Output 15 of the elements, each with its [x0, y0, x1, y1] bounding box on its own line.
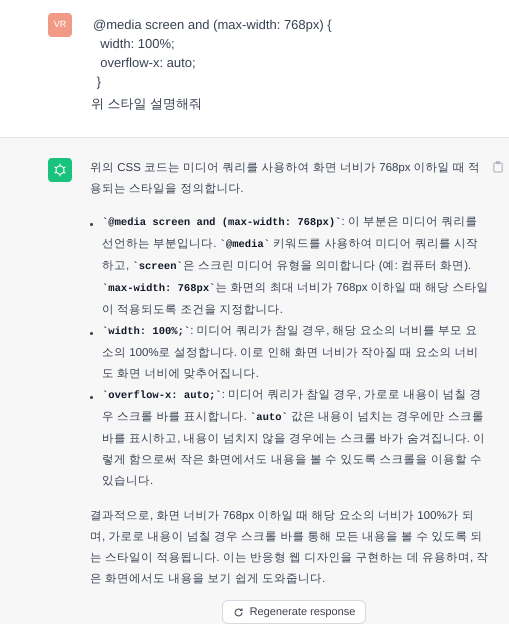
answer-conclusion-text: 결과적으로, 화면 너비가 768px 이하일 때 해당 요소의 너비가 100%가 되며, 가로로 내용이 넘칠 경우 스크롤 바를 통해 모든 내용을 볼 수 있도록 되는 스타일이 적용됩니다. 이는 반응형 웹 디자인을 구현하는 데 유용하며, 작은 화면에서도 내용을 보기 쉽게 도와줍니다. [90, 509, 489, 587]
answer-intro-text: 위의 CSS 코드는 미디어 쿼리를 사용하여 화면 너비가 768px 이하일 때 적용되는 스타일을 정의합니다. [90, 161, 482, 197]
user-code-text: @media screen and (max-width: 768px) { width: 100%; overflow-x: auto; } [92, 16, 332, 91]
copy-icon[interactable] [493, 161, 503, 173]
assistant-logo-icon [48, 158, 72, 182]
bullet-icon [90, 332, 93, 335]
regenerate-response-button[interactable]: Regenerate response [222, 600, 366, 624]
refresh-icon [232, 606, 244, 618]
bullet-text: `overflow-x: auto;`: 미디어 쿼리가 참일 경우, 가로로 내용이 넘칠 경우 스크롤 바를 표시합니다. `auto` 값은 내용이 넘치는 경우에만 스크롤 바를 표시하고, 내용이 넘치지 않을 경우에는 스크롤 바가 숨겨집니다. 이렇게 함으로써 작은 화면에서도 내용을 볼 수 있도록 스크롤을 이용할 수 있습니다. [102, 388, 486, 489]
bullet-icon [90, 223, 93, 226]
user-avatar: VR [48, 13, 72, 37]
bullet-text: `width: 100%;`: 미디어 쿼리가 참일 경우, 해당 요소의 너비를 부모 요소의 100%로 설정합니다. 이로 인해 화면 너비가 작아질 때 요소의 너비도 화면 너비에 맞추어집니다. [102, 324, 480, 382]
user-message-text: 위 스타일 설명해줘 [91, 95, 204, 113]
bullet-icon [90, 396, 93, 399]
bullet-text: `@media screen and (max-width: 768px)`: 이 부분은 미디어 쿼리를 선언하는 부분입니다. `@media` 키워드를 사용하여 미디어 쿼리를 시작하고, `screen`은 스크린 미디어 유형을 의미합니다 (예: 컴퓨터 화면). `max-width: 768px`는 화면의 최대 너비가 768px 이하일 때 해당 스타일이 적용되도록 조건을 지정합니다. [102, 215, 489, 318]
